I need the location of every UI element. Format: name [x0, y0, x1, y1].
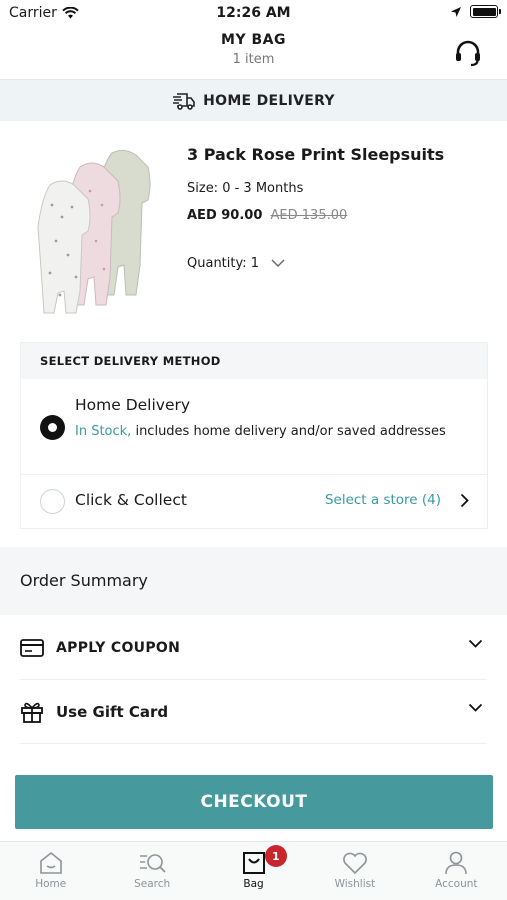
tab-account[interactable]: Account [406, 842, 507, 900]
gift-card-row[interactable]: Use Gift Card [20, 680, 487, 744]
current-price: AED 90.00 [187, 208, 263, 223]
product-image[interactable] [32, 145, 157, 315]
tab-wishlist-label: Wishlist [334, 878, 376, 890]
click-collect-title: Click & Collect [75, 491, 187, 509]
tab-bar: Home Search 1 Bag Wishlist Account [0, 841, 507, 900]
delivery-method-heading: SELECT DELIVERY METHOD [21, 343, 487, 379]
home-delivery-detail: includes home delivery and/or saved addr… [131, 424, 446, 439]
tab-bag-label: Bag [243, 878, 264, 890]
radio-click-collect[interactable] [40, 489, 65, 514]
apply-coupon-row[interactable]: APPLY COUPON [20, 616, 487, 680]
checkout-bar: CHECKOUT [0, 765, 507, 841]
heart-icon [343, 852, 367, 875]
chevron-down-icon [271, 259, 285, 267]
gift-icon [21, 702, 43, 723]
product-name[interactable]: 3 Pack Rose Print Sleepsuits [187, 145, 444, 164]
status-right [450, 5, 501, 18]
order-summary-title: Order Summary [20, 571, 148, 590]
product-prices: AED 90.00 AED 135.00 [187, 208, 347, 223]
clock: 12:26 AM [216, 5, 291, 21]
home-delivery-desc: In Stock, includes home delivery and/or … [75, 424, 446, 439]
tab-account-label: Account [435, 878, 478, 890]
chevron-down-icon [468, 703, 483, 712]
page-header: MY BAG 1 item [0, 28, 507, 78]
stock-status: In Stock, [75, 424, 132, 439]
battery-icon [470, 5, 501, 18]
status-bar: Carrier 12:26 AM [0, 0, 507, 28]
checkout-button[interactable]: CHECKOUT [15, 775, 493, 829]
tab-search[interactable]: Search [101, 842, 202, 900]
bag-icon [242, 852, 265, 874]
delivery-truck-icon [173, 92, 195, 110]
chevron-down-icon [468, 639, 483, 648]
tab-home-label: Home [35, 878, 67, 890]
bag-count-badge: 1 [264, 845, 287, 867]
tab-search-label: Search [134, 878, 171, 890]
tab-bag[interactable]: 1 Bag [203, 842, 304, 900]
location-arrow-icon [451, 6, 461, 17]
option-home-delivery[interactable]: Home Delivery In Stock, includes home de… [21, 379, 487, 475]
delivery-banner: HOME DELIVERY [0, 79, 507, 121]
delivery-method-panel: SELECT DELIVERY METHOD Home Delivery In … [20, 342, 488, 529]
page-title: MY BAG [221, 32, 286, 48]
apply-coupon-label: APPLY COUPON [56, 639, 181, 656]
original-price: AED 135.00 [270, 208, 348, 223]
bag-item: 3 Pack Rose Print Sleepsuits Size: 0 - 3… [0, 121, 507, 341]
radio-home-delivery[interactable] [40, 415, 65, 440]
order-summary-header: Order Summary [0, 547, 507, 615]
tab-home[interactable]: Home [0, 842, 101, 900]
product-size: Size: 0 - 3 Months [187, 181, 304, 196]
item-count: 1 item [232, 52, 275, 67]
quantity-selector[interactable]: Quantity: 1 [187, 256, 285, 271]
gift-card-label: Use Gift Card [56, 702, 169, 721]
select-store-link[interactable]: Select a store (4) [325, 492, 441, 508]
option-click-collect[interactable]: Click & Collect Select a store (4) [21, 475, 487, 529]
home-delivery-title: Home Delivery [75, 396, 191, 414]
headset-icon[interactable] [453, 38, 483, 68]
coupon-card-icon [20, 638, 44, 657]
chevron-right-icon[interactable] [460, 493, 469, 508]
home-icon [39, 851, 62, 874]
search-icon [140, 854, 166, 873]
banner-label: HOME DELIVERY [203, 92, 335, 109]
tab-wishlist[interactable]: Wishlist [304, 842, 405, 900]
quantity-label: Quantity: 1 [187, 256, 260, 271]
account-icon [445, 851, 468, 875]
